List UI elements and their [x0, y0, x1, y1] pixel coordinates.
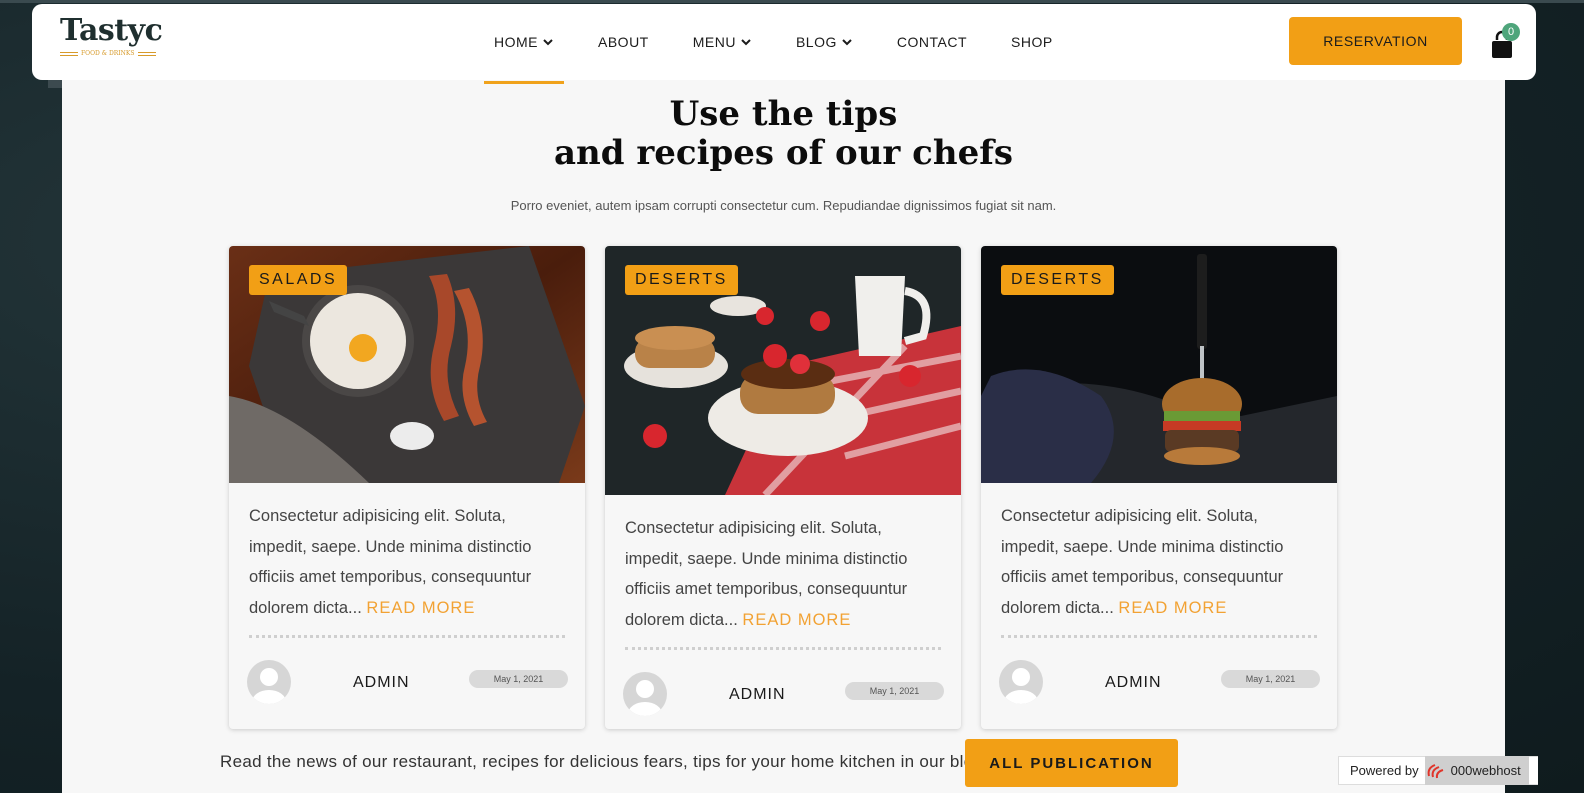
section-title-line2: and recipes of our chefs [553, 133, 1014, 173]
card-image-bacon-egg[interactable]: SALADS [229, 246, 585, 483]
chevron-down-icon [741, 39, 751, 46]
section-title-line1: Use the tips [669, 94, 898, 134]
post-date: May 1, 2021 [845, 682, 944, 700]
card-excerpt: Consectetur adipisicing elit. Soluta, im… [249, 501, 565, 623]
nav-item-home[interactable]: HOME [484, 4, 564, 84]
nav-item-menu[interactable]: MENU [683, 4, 762, 80]
scroll-indicator [48, 80, 62, 88]
card-category-tag[interactable]: SALADS [249, 265, 348, 295]
blog-card: DESERTS Consectetur adipisicing elit. So… [981, 246, 1337, 729]
logo-wordmark: Tastyc [60, 13, 163, 48]
read-more-link[interactable]: READ MORE [742, 611, 851, 629]
nav-item-contact[interactable]: CONTACT [887, 4, 977, 80]
nav-item-blog[interactable]: BLOG [786, 4, 863, 80]
card-excerpt: Consectetur adipisicing elit. Soluta, im… [625, 513, 941, 635]
chevron-down-icon [842, 39, 852, 46]
host-name: 000webhost [1450, 763, 1521, 778]
nav-label: HOME [494, 34, 538, 50]
card-image-pancakes[interactable]: DESERTS [605, 246, 961, 495]
user-icon [252, 668, 286, 704]
site-header: Tastyc FOOD & DRINKS HOME ABOUT MENU BLO… [32, 4, 1536, 84]
card-footer: ADMIN May 1, 2021 [229, 638, 585, 704]
nav-label: BLOG [795, 34, 837, 50]
nav-label: CONTACT [896, 34, 967, 50]
author-name[interactable]: ADMIN [729, 686, 786, 704]
nav-label: ABOUT [598, 34, 649, 50]
author-avatar [623, 672, 667, 716]
nav-label: SHOP [1011, 34, 1053, 50]
card-footer: ADMIN May 1, 2021 [605, 650, 961, 716]
card-excerpt: Consectetur adipisicing elit. Soluta, im… [1001, 501, 1317, 623]
logo-tagline: FOOD & DRINKS [60, 50, 160, 57]
post-date: May 1, 2021 [1221, 670, 1320, 688]
author-name[interactable]: ADMIN [1105, 674, 1162, 692]
user-icon [1004, 668, 1038, 704]
author-avatar [999, 660, 1043, 704]
read-more-link[interactable]: READ MORE [1118, 599, 1227, 617]
card-footer: ADMIN May 1, 2021 [981, 638, 1337, 704]
card-category-tag[interactable]: DESERTS [625, 265, 738, 295]
all-publication-button[interactable]: ALL PUBLICATION [965, 739, 1178, 787]
blog-section: Use the tips and recipes of our chefs Po… [62, 80, 1505, 793]
post-date: May 1, 2021 [469, 670, 568, 688]
host-brand: 000webhost [1424, 756, 1529, 785]
read-more-link[interactable]: READ MORE [366, 599, 475, 617]
nav-item-about[interactable]: ABOUT [588, 4, 659, 80]
webhost-logo-icon [1427, 763, 1443, 778]
main-nav: HOME ABOUT MENU BLOG CONTACT SHOP [484, 4, 1087, 84]
reservation-button[interactable]: RESERVATION [1289, 17, 1462, 65]
powered-by-badge[interactable]: Powered by 000webhost [1338, 756, 1538, 785]
section-subtitle: Porro eveniet, autem ipsam corrupti cons… [510, 198, 1057, 213]
blog-card: SALADS Consectetur adipisicing elit. Sol… [229, 246, 585, 729]
window-top-border [0, 0, 1584, 3]
site-logo[interactable]: Tastyc FOOD & DRINKS [60, 13, 163, 64]
powered-by-label: Powered by [1350, 763, 1419, 778]
nav-label: MENU [692, 34, 736, 50]
logo-tagline-text: FOOD & DRINKS [81, 50, 135, 57]
cart-count-badge: 0 [1502, 23, 1520, 41]
card-image-burger[interactable]: DESERTS [981, 246, 1337, 483]
author-avatar [247, 660, 291, 704]
blog-card: DESERTS Consectetur adipisicing elit. So… [605, 246, 961, 729]
card-category-tag[interactable]: DESERTS [1001, 265, 1114, 295]
chevron-down-icon [543, 39, 553, 46]
blog-cta-text: Read the news of our restaurant, recipes… [220, 752, 989, 771]
user-icon [628, 680, 662, 716]
nav-item-shop[interactable]: SHOP [1001, 4, 1063, 80]
author-name[interactable]: ADMIN [353, 674, 410, 692]
